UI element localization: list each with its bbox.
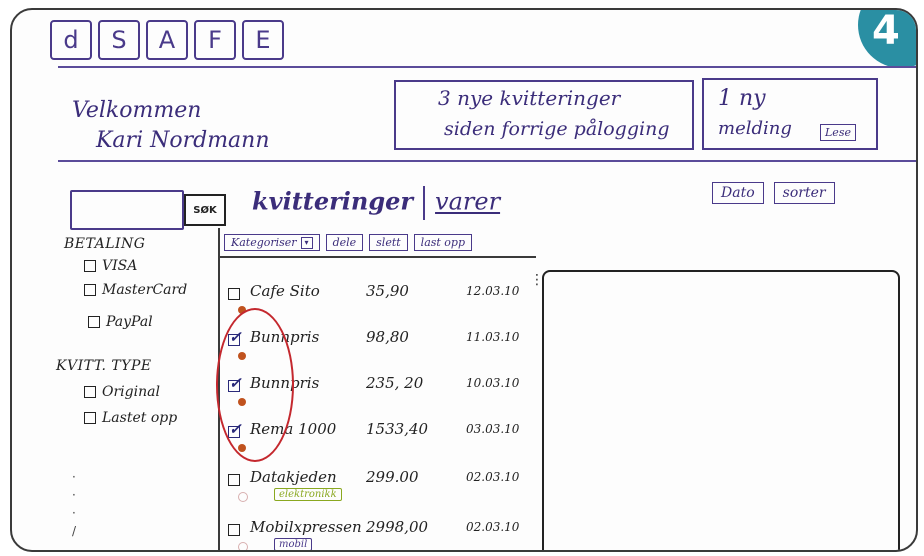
receipt-store: Mobilxpressen xyxy=(250,518,362,536)
read-message-button[interactable]: Lese xyxy=(820,124,856,141)
receipt-amount: 2998,00 xyxy=(366,518,429,536)
filter-label: VISA xyxy=(102,258,138,274)
receipt-date: 12.03.10 xyxy=(466,284,520,298)
filter-visa[interactable]: VISA xyxy=(84,258,137,274)
notification-line1: 3 nye kvitteringer xyxy=(438,86,621,110)
receipt-preview-panel xyxy=(542,270,900,550)
sort-by-date-button[interactable]: Dato xyxy=(712,182,764,204)
checkbox[interactable] xyxy=(84,386,96,398)
receipt-store: Cafe Sito xyxy=(250,282,320,300)
sketch-page: d S A F E 4 Velkommen Kari Nordmann 3 ny… xyxy=(10,8,918,552)
row-checkbox[interactable] xyxy=(228,524,240,536)
logo-letter: S xyxy=(98,20,140,60)
receipt-date: 02.03.10 xyxy=(466,470,520,484)
receipt-date: 02.03.10 xyxy=(466,520,520,534)
table-row[interactable]: Datakjeden 299.00 02.03.10 elektronikk xyxy=(228,464,528,514)
sort-button[interactable]: sorter xyxy=(773,182,835,204)
welcome-greeting: Velkommen xyxy=(72,98,202,123)
new-receipts-notification[interactable]: 3 nye kvitteringer siden forrige påloggi… xyxy=(394,80,694,150)
logo-letter: d xyxy=(50,20,92,60)
more-filters-indicator: · · · / xyxy=(72,470,77,538)
checkbox[interactable] xyxy=(84,260,96,272)
receipt-amount: 1533,40 xyxy=(366,420,429,438)
checkbox[interactable] xyxy=(88,316,100,328)
categorize-dropdown[interactable]: Kategoriser ▾ xyxy=(224,234,320,251)
checkbox[interactable] xyxy=(84,284,96,296)
table-row[interactable]: Mobilxpressen 2998,00 02.03.10 mobil xyxy=(228,514,528,550)
category-tag[interactable]: elektronikk xyxy=(274,488,342,501)
status-dot-icon xyxy=(238,492,248,502)
receipt-date: 11.03.10 xyxy=(466,330,520,344)
category-tag[interactable]: mobil xyxy=(274,538,313,550)
row-checkbox[interactable] xyxy=(228,474,240,486)
row-checkbox[interactable] xyxy=(228,288,240,300)
status-dot-icon xyxy=(238,542,248,550)
categorize-label: Kategoriser xyxy=(231,236,297,249)
receipt-date: 03.03.10 xyxy=(466,422,520,436)
filter-uploaded[interactable]: Lastet opp xyxy=(84,410,177,426)
tab-items[interactable]: varer xyxy=(435,188,500,216)
logo-letter: E xyxy=(242,20,284,60)
message-box: 1 ny melding Lese xyxy=(702,78,878,150)
receipt-amount: 235, 20 xyxy=(366,374,424,392)
receipt-toolbar: Kategoriser ▾ dele slett last opp xyxy=(224,234,473,251)
search-input[interactable] xyxy=(70,190,184,230)
logo-letter: A xyxy=(146,20,188,60)
header-divider-bottom xyxy=(58,160,916,162)
filter-label: PayPal xyxy=(106,314,153,330)
header-divider-top xyxy=(58,66,916,68)
welcome-text: Velkommen Kari Nordmann xyxy=(72,96,270,156)
upload-button[interactable]: last opp xyxy=(413,234,473,251)
notification-line2: siden forrige pålogging xyxy=(444,118,670,140)
receipt-amount: 299.00 xyxy=(366,468,419,486)
page-number-badge: 4 xyxy=(858,10,916,68)
chevron-down-icon: ▾ xyxy=(300,236,313,249)
filter-label: Original xyxy=(102,384,160,400)
share-button[interactable]: dele xyxy=(325,234,364,251)
message-label: melding xyxy=(718,118,792,139)
checkbox[interactable] xyxy=(84,412,96,424)
filter-mastercard[interactable]: MasterCard xyxy=(84,282,187,298)
receipt-amount: 98,80 xyxy=(366,328,409,346)
payment-filter-title: BETALING xyxy=(64,236,146,252)
filter-original[interactable]: Original xyxy=(84,384,160,400)
app-logo[interactable]: d S A F E xyxy=(50,20,284,60)
view-tabs: kvitteringer varer xyxy=(252,186,500,220)
tab-receipts[interactable]: kvitteringer xyxy=(252,187,413,216)
user-name: Kari Nordmann xyxy=(96,128,270,153)
logo-letter: F xyxy=(194,20,236,60)
receipt-date: 10.03.10 xyxy=(466,376,520,390)
receipt-store: Datakjeden xyxy=(250,468,337,486)
receipt-type-filter-title: KVITT. TYPE xyxy=(56,358,152,374)
sort-controls: Dato sorter xyxy=(712,182,835,204)
list-divider xyxy=(220,256,536,258)
selection-highlight-circle xyxy=(216,308,294,462)
receipt-amount: 35,90 xyxy=(366,282,409,300)
tab-separator xyxy=(423,186,426,220)
filter-paypal[interactable]: PayPal xyxy=(88,314,153,330)
filter-label: Lastet opp xyxy=(102,410,178,426)
delete-button[interactable]: slett xyxy=(369,234,408,251)
message-count: 1 ny xyxy=(718,86,766,111)
filter-label: MasterCard xyxy=(102,282,188,298)
search-button[interactable]: SØK xyxy=(184,194,226,226)
